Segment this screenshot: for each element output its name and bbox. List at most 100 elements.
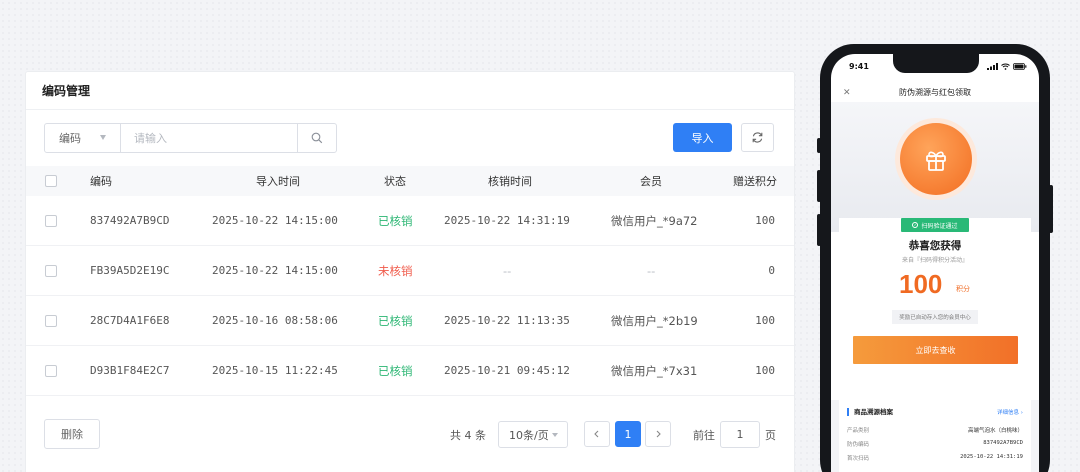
check-circle-icon: ✓: [912, 222, 919, 228]
points-unit: 积分: [956, 285, 970, 293]
refresh-icon: [752, 132, 763, 143]
panel-title: 编码管理: [26, 72, 794, 110]
row-verify-time: 2025-10-22 11:13:35: [444, 314, 570, 327]
col-status: 状态: [384, 175, 406, 188]
campaign-source: 来自『扫码得积分活动』: [901, 257, 968, 264]
trace-field-key: 首次扫码: [847, 456, 870, 462]
trace-field-value: 高端气泡水（白桃味）: [967, 428, 1023, 434]
phone-mockup: 9:41 ✕ 防伪溯源与红包领取 ✓ 扫码验证通过 恭喜您获得 来自『扫码得积分…: [820, 44, 1050, 472]
traceability-header: 商品溯源档案 详细信息 ›: [847, 408, 1023, 418]
row-verify-time: --: [503, 263, 512, 278]
detail-link[interactable]: 详细信息 ›: [997, 408, 1023, 416]
search-field-select[interactable]: 编码: [45, 124, 121, 152]
row-checkbox[interactable]: [45, 364, 57, 377]
col-code: 编码: [90, 175, 112, 188]
search-input[interactable]: [121, 124, 297, 152]
col-points: 赠送积分: [733, 175, 777, 188]
table-row: FB39A5D2E19C 2025-10-22 14:15:00 未核销 -- …: [26, 246, 794, 296]
chevron-left-icon: [594, 430, 599, 438]
next-page-button[interactable]: [645, 421, 671, 447]
row-status: 已核销: [378, 213, 413, 228]
trace-field: 产品类别 高端气泡水（白桃味）: [847, 426, 1023, 436]
close-icon[interactable]: ✕: [843, 82, 851, 104]
goto-label: 前往: [693, 429, 715, 442]
traceability-card: 商品溯源档案 详细信息 › 产品类别 高端气泡水（白桃味） 防伪编码 83749…: [839, 400, 1031, 472]
phone-volume-up-button: [817, 170, 821, 202]
caret-down-icon: [100, 135, 106, 140]
check-rewards-button[interactable]: 立即去查收: [853, 336, 1018, 364]
import-button[interactable]: 导入: [673, 123, 732, 152]
search-button[interactable]: [297, 124, 336, 152]
phone-screen: 9:41 ✕ 防伪溯源与红包领取 ✓ 扫码验证通过 恭喜您获得 来自『扫码得积分…: [831, 54, 1039, 472]
verify-badge: ✓ 扫码验证通过: [901, 218, 969, 232]
select-all-checkbox[interactable]: [45, 175, 57, 187]
row-points: 100: [755, 214, 775, 227]
verify-badge-text: 扫码验证通过: [921, 222, 958, 230]
prev-page-button[interactable]: [584, 421, 610, 447]
total-count: 共 4 条: [450, 429, 486, 442]
row-member: 微信用户_*2b19: [611, 313, 698, 328]
col-verify-time: 核销时间: [488, 175, 532, 188]
row-checkbox[interactable]: [45, 214, 57, 227]
row-points: 100: [755, 314, 775, 327]
table-row: 28C7D4A1F6E8 2025-10-16 08:58:06 已核销 202…: [26, 296, 794, 346]
trace-field-value: 2025-10-22 14:31:19: [960, 454, 1023, 460]
chevron-right-icon: [656, 430, 661, 438]
row-member: --: [647, 263, 656, 278]
search-icon: [311, 132, 323, 144]
row-code: FB39A5D2E19C: [90, 264, 170, 277]
signal-icon: [987, 63, 998, 70]
wifi-icon: [1001, 63, 1010, 70]
row-verify-time: 2025-10-22 14:31:19: [444, 214, 570, 227]
goto-page-input[interactable]: 1: [720, 421, 760, 448]
row-import-time: 2025-10-22 14:15:00: [212, 214, 338, 227]
gift-icon: [926, 151, 946, 171]
row-status: 已核销: [378, 363, 413, 378]
status-icons: [987, 63, 1027, 70]
row-member: 微信用户_*9a72: [611, 213, 698, 228]
row-import-time: 2025-10-22 14:15:00: [212, 264, 338, 277]
code-management-panel: 编码管理 编码 导入 编码 导入时间 状态 核销时间 会员 赠送积分 83749…: [25, 71, 795, 472]
points-value: 100: [899, 269, 943, 299]
row-checkbox[interactable]: [45, 314, 57, 327]
phone-side-button: [817, 138, 821, 153]
row-verify-time: 2025-10-21 09:45:12: [444, 364, 570, 377]
row-code: D93B1F84E2C7: [90, 364, 170, 377]
trace-field-key: 防伪编码: [847, 442, 870, 448]
row-code: 28C7D4A1F6E8: [90, 314, 170, 327]
row-code: 837492A7B9CD: [90, 214, 170, 227]
row-points: 100: [755, 364, 775, 377]
gift-badge: [900, 123, 972, 195]
search-field-label: 编码: [59, 132, 81, 145]
toolbar: 编码 导入: [44, 123, 776, 153]
col-import-time: 导入时间: [256, 175, 300, 188]
row-member: 微信用户_*7x31: [611, 363, 698, 378]
status-time: 9:41: [849, 62, 869, 71]
row-status: 已核销: [378, 313, 413, 328]
select-all-checkbox-cell[interactable]: [45, 166, 57, 196]
battery-icon: [1013, 63, 1027, 70]
trace-field: 防伪编码 837492A7B9CD: [847, 440, 1023, 450]
trace-field: 首次扫码 2025-10-22 14:31:19: [847, 454, 1023, 464]
row-points: 0: [768, 264, 775, 277]
table-row: D93B1F84E2C7 2025-10-15 11:22:45 已核销 202…: [26, 346, 794, 396]
page-unit-label: 页: [765, 429, 776, 442]
hero-banner: [831, 102, 1039, 232]
table-footer: 删除 共 4 条 10条/页 1 前往 1 页: [26, 419, 794, 451]
col-member: 会员: [640, 175, 662, 188]
issued-note: 奖励已自动存入您的会员中心: [892, 310, 978, 324]
refresh-button[interactable]: [741, 123, 774, 152]
page-size-label: 10条/页: [509, 428, 549, 442]
page-button-current[interactable]: 1: [615, 421, 641, 447]
phone-power-button: [1049, 185, 1053, 233]
search-group: 编码: [44, 123, 337, 153]
row-import-time: 2025-10-16 08:58:06: [212, 314, 338, 327]
gift-ring: [895, 118, 977, 200]
page-size-select[interactable]: 10条/页: [498, 421, 568, 448]
table-header: 编码 导入时间 状态 核销时间 会员 赠送积分: [26, 166, 794, 196]
mini-program-nav: ✕ 防伪溯源与红包领取: [831, 82, 1039, 104]
delete-button[interactable]: 删除: [44, 419, 100, 449]
caret-down-icon: [552, 433, 558, 437]
table-row: 837492A7B9CD 2025-10-22 14:15:00 已核销 202…: [26, 196, 794, 246]
row-checkbox[interactable]: [45, 264, 57, 277]
